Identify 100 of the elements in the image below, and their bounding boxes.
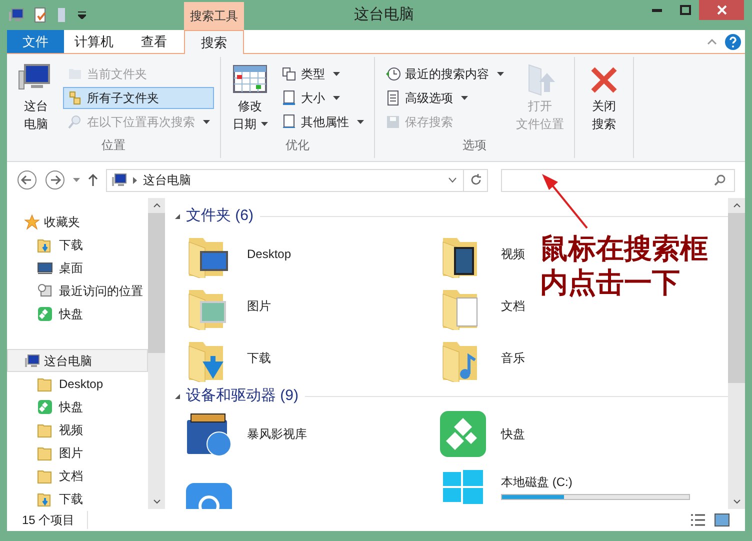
ribbon-large-button[interactable]: 修改 日期 (227, 57, 273, 136)
forward-button[interactable] (45, 170, 65, 190)
document-check-icon[interactable] (32, 7, 48, 23)
content-item[interactable]: 文档 (429, 280, 525, 332)
annotation-arrow (540, 174, 590, 230)
content-item[interactable]: 暴风影视库 (175, 408, 307, 460)
navigation-item[interactable]: 文档 (7, 464, 148, 487)
breadcrumb-arrow-icon (133, 176, 137, 184)
scroll-down-icon (152, 499, 160, 504)
folder-icon (37, 444, 53, 460)
search-field[interactable] (501, 168, 735, 192)
annotation-text: 鼠标在搜索框内点击一下 (540, 232, 709, 300)
dropdown-caret-icon (203, 120, 210, 124)
content-item[interactable]: 音乐 (429, 332, 525, 384)
large-icons-view-icon[interactable] (714, 513, 730, 527)
dropdown-caret-icon (260, 122, 268, 126)
navigation-item[interactable]: 桌面 (7, 256, 148, 279)
dropdown-caret-icon (357, 120, 364, 124)
address-bar[interactable]: 这台电脑 (106, 168, 488, 192)
computer-icon (8, 7, 24, 23)
search-icon (67, 114, 83, 130)
folder-icon (37, 468, 53, 484)
ribbon-tab[interactable]: 计算机 (64, 30, 124, 53)
dropdown-caret-icon (333, 72, 340, 76)
file-menu-tab[interactable]: 文件 (7, 30, 64, 53)
up-arrow-icon[interactable] (88, 174, 98, 186)
ribbon-small-button[interactable]: 其他属性 (277, 111, 368, 133)
dropdown-caret-icon (333, 96, 340, 100)
folders-icon (67, 90, 83, 106)
kuaipan-logo-icon (37, 398, 53, 414)
folder-download-icon (37, 490, 53, 506)
ribbon-small-button[interactable]: 最近的搜索内容 (381, 63, 508, 85)
kuaipan-logo-icon (439, 410, 487, 458)
content-item[interactable]: 本地磁盘 (C:) (429, 460, 690, 509)
navigation-item[interactable]: 下载 (7, 487, 148, 510)
close-icon (716, 5, 726, 15)
scrollbar[interactable] (728, 198, 745, 509)
navigation-item[interactable]: 最近访问的位置 (7, 279, 148, 302)
dropdown-caret-icon (461, 96, 468, 100)
computer-icon (24, 352, 40, 368)
document-icon (281, 90, 297, 106)
navigation-section[interactable]: 这台电脑 (7, 349, 148, 372)
ribbon-group-label: 选项 (462, 137, 486, 154)
ribbon-small-button[interactable]: 类型 (277, 63, 368, 85)
ribbon-large-button[interactable]: 关闭 搜索 (581, 57, 627, 158)
ribbon-small-button[interactable]: 大小 (277, 87, 368, 109)
group-header[interactable]: 文件夹 (6) (186, 204, 254, 228)
monitor-icon (37, 260, 53, 276)
collapse-triangle-icon[interactable] (175, 394, 180, 398)
address-dropdown-icon[interactable] (448, 177, 457, 183)
navigation-item[interactable]: 视频 (7, 418, 148, 441)
ribbon-small-button[interactable]: 所有子文件夹 (63, 87, 214, 109)
document-icon (281, 114, 297, 130)
kuaipan-logo-icon (37, 306, 53, 322)
folder-icon (37, 376, 53, 392)
scrollbar[interactable] (148, 198, 165, 509)
navigation-item[interactable]: 快盘 (7, 302, 148, 325)
type-icon (281, 66, 297, 82)
collapse-triangle-icon[interactable] (175, 214, 180, 218)
recent-places-icon (37, 282, 53, 298)
content-item[interactable]: 快盘 (429, 408, 525, 460)
customize-caret-icon[interactable] (78, 11, 86, 19)
ribbon-small-button[interactable]: 高级选项 (381, 87, 508, 109)
content-item[interactable]: 图片 (175, 280, 271, 332)
navigation-item[interactable]: 下载 (7, 233, 148, 256)
content-item[interactable]: 视频 (429, 228, 525, 280)
refresh-icon (470, 174, 482, 186)
ribbon-tab[interactable]: 查看 (124, 30, 184, 53)
ribbon-large-button[interactable]: 这台 电脑 (13, 57, 59, 136)
ribbon-group-label: 优化 (286, 137, 310, 154)
back-button[interactable] (17, 170, 37, 190)
ribbon-group-label: 位置 (102, 137, 126, 154)
scroll-up-icon (152, 203, 160, 208)
details-view-icon[interactable] (690, 513, 706, 527)
star-icon (24, 214, 40, 230)
search-icon (714, 174, 726, 186)
address-path: 这台电脑 (143, 172, 191, 189)
folder-icon (37, 422, 53, 438)
group-header[interactable]: 设备和驱动器 (9) (186, 384, 298, 408)
recent-locations-caret-icon[interactable] (73, 178, 80, 182)
scroll-down-icon (732, 499, 740, 504)
clock-icon (385, 66, 401, 82)
folder-download-icon (37, 236, 53, 252)
scroll-up-icon (732, 203, 740, 208)
content-item[interactable]: Desktop (175, 228, 292, 280)
window-title: 这台电脑 (354, 4, 414, 25)
content-item[interactable]: 下载 (175, 332, 271, 384)
navigation-item[interactable]: Desktop (7, 372, 148, 395)
context-tab-header: 搜索工具 (184, 2, 244, 30)
help-icon[interactable] (725, 34, 741, 50)
computer-icon (111, 172, 127, 188)
navigation-section[interactable]: 收藏夹 (7, 210, 148, 233)
ribbon-tab[interactable]: 搜索 (184, 30, 244, 54)
navigation-item[interactable]: 图片 (7, 441, 148, 464)
close-button[interactable] (699, 0, 744, 20)
navigation-item[interactable]: 快盘 (7, 395, 148, 418)
dropdown-caret-icon (497, 72, 504, 76)
collapse-ribbon-icon[interactable] (707, 38, 717, 44)
save-icon (385, 114, 401, 130)
maximize-icon (680, 5, 690, 15)
